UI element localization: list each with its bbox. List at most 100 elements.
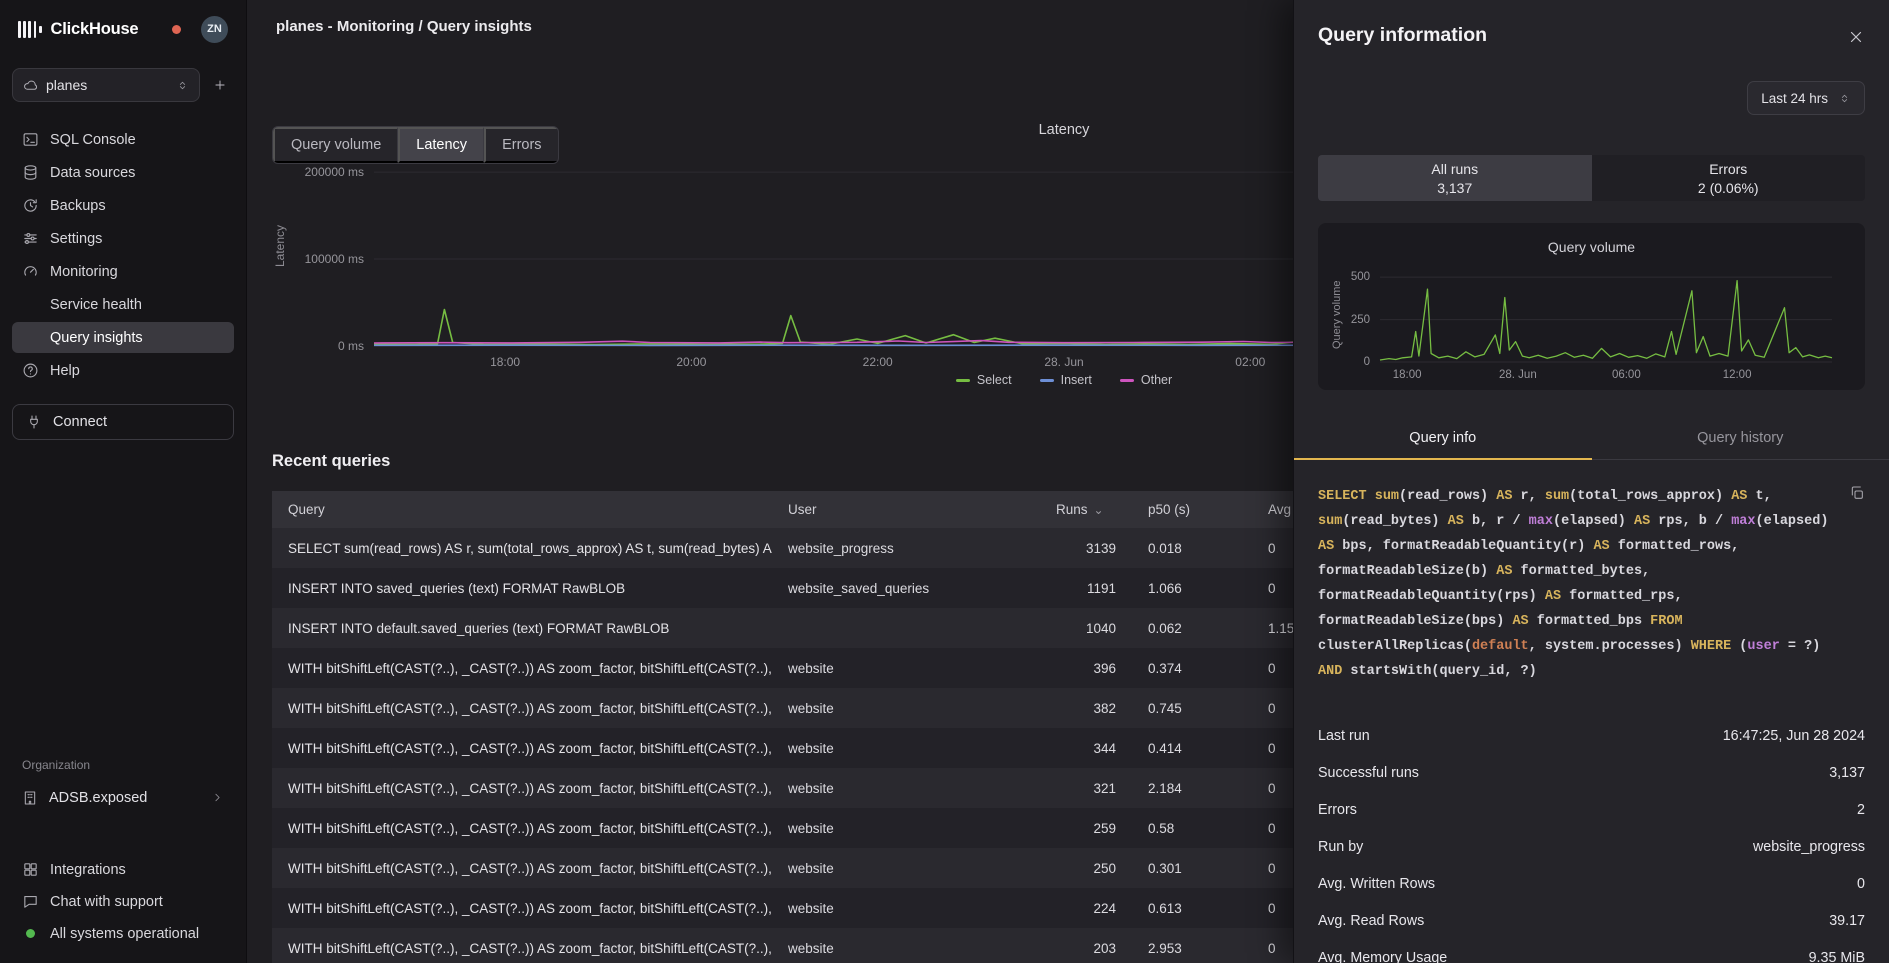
time-range-select[interactable]: Last 24 hrs xyxy=(1747,81,1865,115)
legend-swatch xyxy=(1120,379,1134,382)
add-service-button[interactable] xyxy=(206,68,234,102)
y-axis-ticks: 0 ms100000 ms200000 ms xyxy=(288,146,374,346)
tab-query-history[interactable]: Query history xyxy=(1592,420,1889,459)
cell-user: website xyxy=(772,648,1040,688)
table-row[interactable]: WITH bitShiftLeft(CAST(?..), _CAST(?..))… xyxy=(272,768,1472,808)
cell-runs: 224 xyxy=(1040,888,1132,928)
stat-tabs: All runs 3,137 Errors 2 (0.06%) xyxy=(1318,155,1865,201)
avatar[interactable]: ZN xyxy=(201,16,228,43)
table-row[interactable]: WITH bitShiftLeft(CAST(?..), _CAST(?..))… xyxy=(272,688,1472,728)
close-icon[interactable] xyxy=(1847,28,1865,46)
brand-name[interactable]: ClickHouse xyxy=(51,20,139,39)
sidebar-item-label: Monitoring xyxy=(50,264,118,280)
cell-query: WITH bitShiftLeft(CAST(?..), _CAST(?..))… xyxy=(272,888,772,928)
stat-value: 3,137 xyxy=(1437,180,1472,196)
detail-value: website_progress xyxy=(1753,839,1865,855)
sidebar-item-integrations[interactable]: Integrations xyxy=(12,854,234,885)
cell-user: website xyxy=(772,808,1040,848)
cell-query: WITH bitShiftLeft(CAST(?..), _CAST(?..))… xyxy=(272,848,772,888)
sidebar-item-chat-with-support[interactable]: Chat with support xyxy=(12,886,234,917)
y-tick-label: 100000 ms xyxy=(305,252,364,266)
detail-label: Run by xyxy=(1318,839,1363,855)
copy-icon[interactable] xyxy=(1849,485,1865,501)
cell-user: website xyxy=(772,888,1040,928)
table-row[interactable]: INSERT INTO saved_queries (text) FORMAT … xyxy=(272,568,1472,608)
sidebar-item-monitoring[interactable]: Monitoring xyxy=(12,256,234,287)
info-tabs: Query info Query history xyxy=(1294,420,1889,460)
y-tick-label: 250 xyxy=(1351,314,1370,326)
y-tick-label: 0 ms xyxy=(338,339,364,353)
detail-label: Last run xyxy=(1318,728,1370,744)
table-row[interactable]: WITH bitShiftLeft(CAST(?..), _CAST(?..))… xyxy=(272,728,1472,768)
table-row[interactable]: WITH bitShiftLeft(CAST(?..), _CAST(?..))… xyxy=(272,648,1472,688)
table-row[interactable]: INSERT INTO default.saved_queries (text)… xyxy=(272,608,1472,648)
table-row[interactable]: SELECT sum(read_rows) AS r, sum(total_ro… xyxy=(272,528,1472,568)
sidebar-item-label: Query insights xyxy=(50,330,143,346)
tab-query-info[interactable]: Query info xyxy=(1294,420,1592,459)
sql-code-block: SELECT sum(read_rows) AS r, sum(total_ro… xyxy=(1318,484,1865,684)
legend-select[interactable]: Select xyxy=(956,373,1012,387)
cell-query: WITH bitShiftLeft(CAST(?..), _CAST(?..))… xyxy=(272,688,772,728)
x-axis-ticks: 18:0028. Jun06:0012:00 xyxy=(1380,362,1832,382)
table-row[interactable]: WITH bitShiftLeft(CAST(?..), _CAST(?..))… xyxy=(272,848,1472,888)
brand-row: ClickHouse ZN xyxy=(12,12,234,46)
sidebar-item-label: All systems operational xyxy=(50,926,199,942)
detail-label: Avg. Memory Usage xyxy=(1318,950,1447,963)
sidebar: ClickHouse ZN planes SQL Console Data sou… xyxy=(0,0,247,963)
sidebar-item-help[interactable]: Help xyxy=(12,355,234,386)
sidebar-item-query-insights[interactable]: Query insights xyxy=(12,322,234,353)
sidebar-item-label: Integrations xyxy=(50,862,126,878)
sidebar-item-label: Data sources xyxy=(50,165,135,181)
help-icon xyxy=(22,362,39,379)
sidebar-item-settings[interactable]: Settings xyxy=(12,223,234,254)
legend-insert[interactable]: Insert xyxy=(1040,373,1092,387)
sidebar-item-data-sources[interactable]: Data sources xyxy=(12,157,234,188)
cell-query: INSERT INTO default.saved_queries (text)… xyxy=(272,608,772,648)
settings-icon xyxy=(22,230,39,247)
cell-user xyxy=(772,608,1040,648)
recent-queries-body: SELECT sum(read_rows) AS r, sum(total_ro… xyxy=(272,528,1472,963)
cell-runs: 259 xyxy=(1040,808,1132,848)
stat-all-runs[interactable]: All runs 3,137 xyxy=(1318,155,1592,201)
detail-row: Avg. Written Rows0 xyxy=(1318,866,1865,903)
chart-view-tabs: Query volume Latency Errors xyxy=(272,126,559,164)
col-header-query[interactable]: Query xyxy=(272,491,772,528)
tab-latency[interactable]: Latency xyxy=(398,127,484,163)
sidebar-item-backups[interactable]: Backups xyxy=(12,190,234,221)
organization-switcher[interactable]: ADSB.exposed xyxy=(12,781,234,814)
sidebar-item-label: Help xyxy=(50,363,80,379)
cell-user: website xyxy=(772,768,1040,808)
tab-query-volume[interactable]: Query volume xyxy=(273,127,398,163)
table-row[interactable]: WITH bitShiftLeft(CAST(?..), _CAST(?..))… xyxy=(272,808,1472,848)
sort-desc-icon: ⌄ xyxy=(1094,503,1104,517)
cell-user: website xyxy=(772,928,1040,963)
cell-query: WITH bitShiftLeft(CAST(?..), _CAST(?..))… xyxy=(272,808,772,848)
legend-label: Other xyxy=(1141,373,1172,387)
cell-query: WITH bitShiftLeft(CAST(?..), _CAST(?..))… xyxy=(272,648,772,688)
chat-icon xyxy=(22,893,39,910)
table-row[interactable]: WITH bitShiftLeft(CAST(?..), _CAST(?..))… xyxy=(272,888,1472,928)
sidebar-item-all-systems-operational[interactable]: All systems operational xyxy=(12,918,234,949)
sidebar-nav: SQL Console Data sources BackupsSettings Mo… xyxy=(12,124,234,386)
sidebar-item-service-health[interactable]: Service health xyxy=(12,289,234,320)
sidebar-item-sql-console[interactable]: SQL Console xyxy=(12,124,234,155)
stat-value: 2 (0.06%) xyxy=(1698,180,1759,196)
cell-runs: 203 xyxy=(1040,928,1132,963)
stat-label: All runs xyxy=(1431,161,1478,177)
col-header-user[interactable]: User xyxy=(772,491,1040,528)
legend-other[interactable]: Other xyxy=(1120,373,1172,387)
detail-value: 3,137 xyxy=(1829,765,1865,781)
notification-dot[interactable] xyxy=(172,25,181,34)
col-header-runs[interactable]: Runs⌄ xyxy=(1040,491,1132,528)
x-tick-label: 18:00 xyxy=(1393,369,1422,381)
detail-row: Avg. Read Rows39.17 xyxy=(1318,903,1865,940)
service-selector[interactable]: planes xyxy=(12,68,200,102)
connect-button[interactable]: Connect xyxy=(12,404,234,440)
col-header-p50[interactable]: p50 (s) xyxy=(1132,491,1252,528)
detail-value: 9.35 MiB xyxy=(1809,950,1865,963)
table-row[interactable]: WITH bitShiftLeft(CAST(?..), _CAST(?..))… xyxy=(272,928,1472,963)
stat-errors[interactable]: Errors 2 (0.06%) xyxy=(1592,155,1866,201)
x-tick-label: 28. Jun xyxy=(1499,369,1537,381)
y-tick-label: 0 xyxy=(1364,356,1370,368)
tab-errors[interactable]: Errors xyxy=(484,127,557,163)
